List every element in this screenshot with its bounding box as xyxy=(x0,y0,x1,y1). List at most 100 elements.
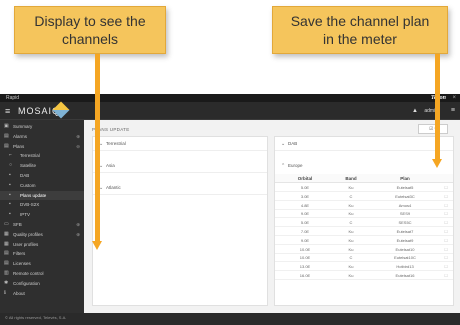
row-checkbox[interactable]: ☐ xyxy=(439,263,453,271)
sidebar-item-user-profiles[interactable]: ▦ User profiles xyxy=(0,240,84,249)
row-checkbox[interactable]: ☐ xyxy=(439,254,453,262)
plan-cell: Eutelsat10C xyxy=(394,255,416,261)
table-row: 5.0E Ku Eutelsat5 ☐ xyxy=(275,184,453,192)
row-checkbox[interactable]: ☐ xyxy=(439,184,453,192)
sidebar-item-terrestrial[interactable]: ⌐ Terrestrial xyxy=(0,151,84,160)
row-checkbox[interactable]: ☐ xyxy=(439,219,453,227)
sidebar-item-icon: ▪ xyxy=(9,191,11,198)
band-cell: Ku xyxy=(348,273,354,278)
orbital-cell: 10.0E xyxy=(299,255,311,261)
sidebar-item-label: Alarms xyxy=(13,133,28,139)
sidebar-item-configuration[interactable]: ✱ Configuration xyxy=(0,279,84,288)
hamburger-icon[interactable]: ≡ xyxy=(5,107,10,116)
band-cell: Ku xyxy=(348,264,354,270)
sidebar-item-summary[interactable]: ▣ Summary xyxy=(0,122,84,131)
sidebar-item-quality-profiles[interactable]: ▦ Quality profiles ⊕ xyxy=(0,230,84,239)
sidebar-item-custom[interactable]: ▪ Custom xyxy=(0,181,84,190)
band-cell: C xyxy=(349,255,353,261)
sidebar-item-label: Plans update xyxy=(20,192,47,198)
main-content: PLANS UPDATE ☑ ▾ ⌄ Terrestrial ⌄ Asia ⌄ Atlan… xyxy=(84,120,460,313)
sidebar-item-icon: ℹ xyxy=(4,289,6,296)
table-row: 4.8E Ku Amos4 ☐ xyxy=(275,202,453,210)
orbital-cell: 10.0E xyxy=(299,246,311,252)
expand-icon[interactable]: ⊕ xyxy=(76,220,80,229)
titlebar: Rapid Tekon × xyxy=(0,94,460,102)
sidebar-item-satellite[interactable]: ○ Satellite xyxy=(0,161,84,170)
table-row: 10.0E Ku Eutelsat10 ☐ xyxy=(275,246,453,254)
row-checkbox[interactable]: ☐ xyxy=(439,202,453,210)
row-checkbox[interactable]: ☐ xyxy=(439,228,453,236)
plan-cell: SES9 xyxy=(399,211,411,217)
sidebar-item-dvb-s2x[interactable]: ▪ DVB-S2X xyxy=(0,200,84,209)
menu-icon[interactable]: ≡ xyxy=(451,106,455,115)
expand-icon[interactable]: ⊕ xyxy=(76,230,80,239)
region-row-europe[interactable]: ⌃ Europe xyxy=(275,159,453,173)
callout-save-plan: Save the channel plan in the meter xyxy=(272,6,448,54)
sidebar-item-icon: ▪ xyxy=(9,211,11,218)
user-icon[interactable]: ▲ xyxy=(412,107,418,115)
region-name: DAB xyxy=(288,141,298,146)
row-checkbox[interactable]: ☐ xyxy=(439,193,453,201)
sidebar-item-filters[interactable]: ▤ Filters xyxy=(0,249,84,258)
sidebar-item-icon: ▤ xyxy=(4,142,9,149)
sidebar-item-label: Summary xyxy=(13,124,33,129)
sidebar-item-icon: ▦ xyxy=(4,240,9,247)
app-header: ≡ MOSAIQ ▲ admin ≡ xyxy=(0,101,460,120)
row-checkbox[interactable]: ☐ xyxy=(439,246,453,254)
band-cell: Ku xyxy=(348,237,354,243)
orbital-cell: 13.0E xyxy=(299,264,311,270)
sidebar-item-iptv[interactable]: ▪ IPTV xyxy=(0,210,84,219)
sidebar-item-icon: ▤ xyxy=(4,250,9,257)
sidebar-item-icon: ▪ xyxy=(9,181,11,188)
sidebar-item-icon: ✱ xyxy=(4,279,9,286)
plan-cell: Eutelsat10 xyxy=(395,246,415,252)
col-band: Band xyxy=(345,176,357,181)
sidebar-item-label: Plans xyxy=(13,143,25,149)
titlebar-text: Rapid xyxy=(6,95,20,101)
region-row-dab[interactable]: ⌄ DAB xyxy=(275,137,453,151)
callout-save-text: Save the channel plan in the meter xyxy=(290,13,430,47)
sidebar-item-label: SFB xyxy=(13,222,22,227)
expand-icon[interactable]: ⊕ xyxy=(76,132,80,141)
plan-cell: Hotbird13 xyxy=(396,264,414,270)
sidebar-item-alarms[interactable]: ▤ Alarms ⊕ xyxy=(0,132,84,141)
plan-cell: SES5C xyxy=(398,220,412,226)
row-checkbox[interactable]: ☐ xyxy=(439,237,453,245)
row-checkbox[interactable]: ☐ xyxy=(439,210,453,218)
table-row: 9.0E Ku SES9 ☐ xyxy=(275,210,453,219)
save-plan-button[interactable]: ☑ ▾ xyxy=(418,124,448,134)
sidebar: ▣ Summary ▤ Alarms ⊕ ▤ Plans ⊖ ⌐ Terrestrial ○ Sate… xyxy=(0,120,84,313)
sidebar-item-remote-control[interactable]: ▥ Remote control xyxy=(0,269,84,278)
table-row: 5.0E C SES5C ☐ xyxy=(275,219,453,228)
callout-display-text: Display to see the channels xyxy=(34,13,146,47)
region-name: Europe xyxy=(288,163,303,168)
row-checkbox[interactable]: ☐ xyxy=(439,272,453,280)
sidebar-item-dab[interactable]: ▪ DAB xyxy=(0,171,84,180)
region-row-asia[interactable]: ⌄ Asia xyxy=(93,159,267,173)
sidebar-item-label: Filters xyxy=(13,251,26,257)
close-icon[interactable]: × xyxy=(452,94,456,102)
col-plan: Plan xyxy=(400,176,410,181)
sidebar-item-icon: ▤ xyxy=(4,260,9,267)
orbital-cell: 9.0E xyxy=(300,237,310,243)
region-row-terrestrial[interactable]: ⌄ Terrestrial xyxy=(93,137,267,151)
table-row: 16.0E Ku Eutelsat16 ☐ xyxy=(275,272,453,280)
plan-cell: Eutelsat5 xyxy=(396,185,414,190)
screenshot-stage: Display to see the channels Save the cha… xyxy=(0,0,460,325)
sidebar-item-plans-update[interactable]: ▪ Plans update xyxy=(0,190,84,200)
table-row: 10.0E C Eutelsat10C ☐ xyxy=(275,254,453,263)
sidebar-item-licenses[interactable]: ▤ Licenses xyxy=(0,259,84,268)
sidebar-item-plans[interactable]: ▤ Plans ⊖ xyxy=(0,142,84,151)
sidebar-item-sfb[interactable]: ▭ SFB ⊕ xyxy=(0,220,84,229)
sidebar-item-icon: ▤ xyxy=(4,132,9,139)
sidebar-item-about[interactable]: ℹ About xyxy=(0,289,84,298)
orbital-cell: 9.0E xyxy=(300,211,310,217)
expand-icon[interactable]: ⊖ xyxy=(76,142,80,151)
footer-text: © All rights reserved, Televés, S.A. xyxy=(5,315,67,320)
band-cell: C xyxy=(349,193,353,199)
arrow-left-shaft xyxy=(95,54,100,242)
region-row-atlantic[interactable]: ⌄ Atlantic xyxy=(93,181,267,195)
plan-cell: Eutelsat16 xyxy=(395,273,415,278)
table-row: 13.0E Ku Hotbird13 ☐ xyxy=(275,263,453,272)
sidebar-item-icon: ⌐ xyxy=(9,152,12,159)
